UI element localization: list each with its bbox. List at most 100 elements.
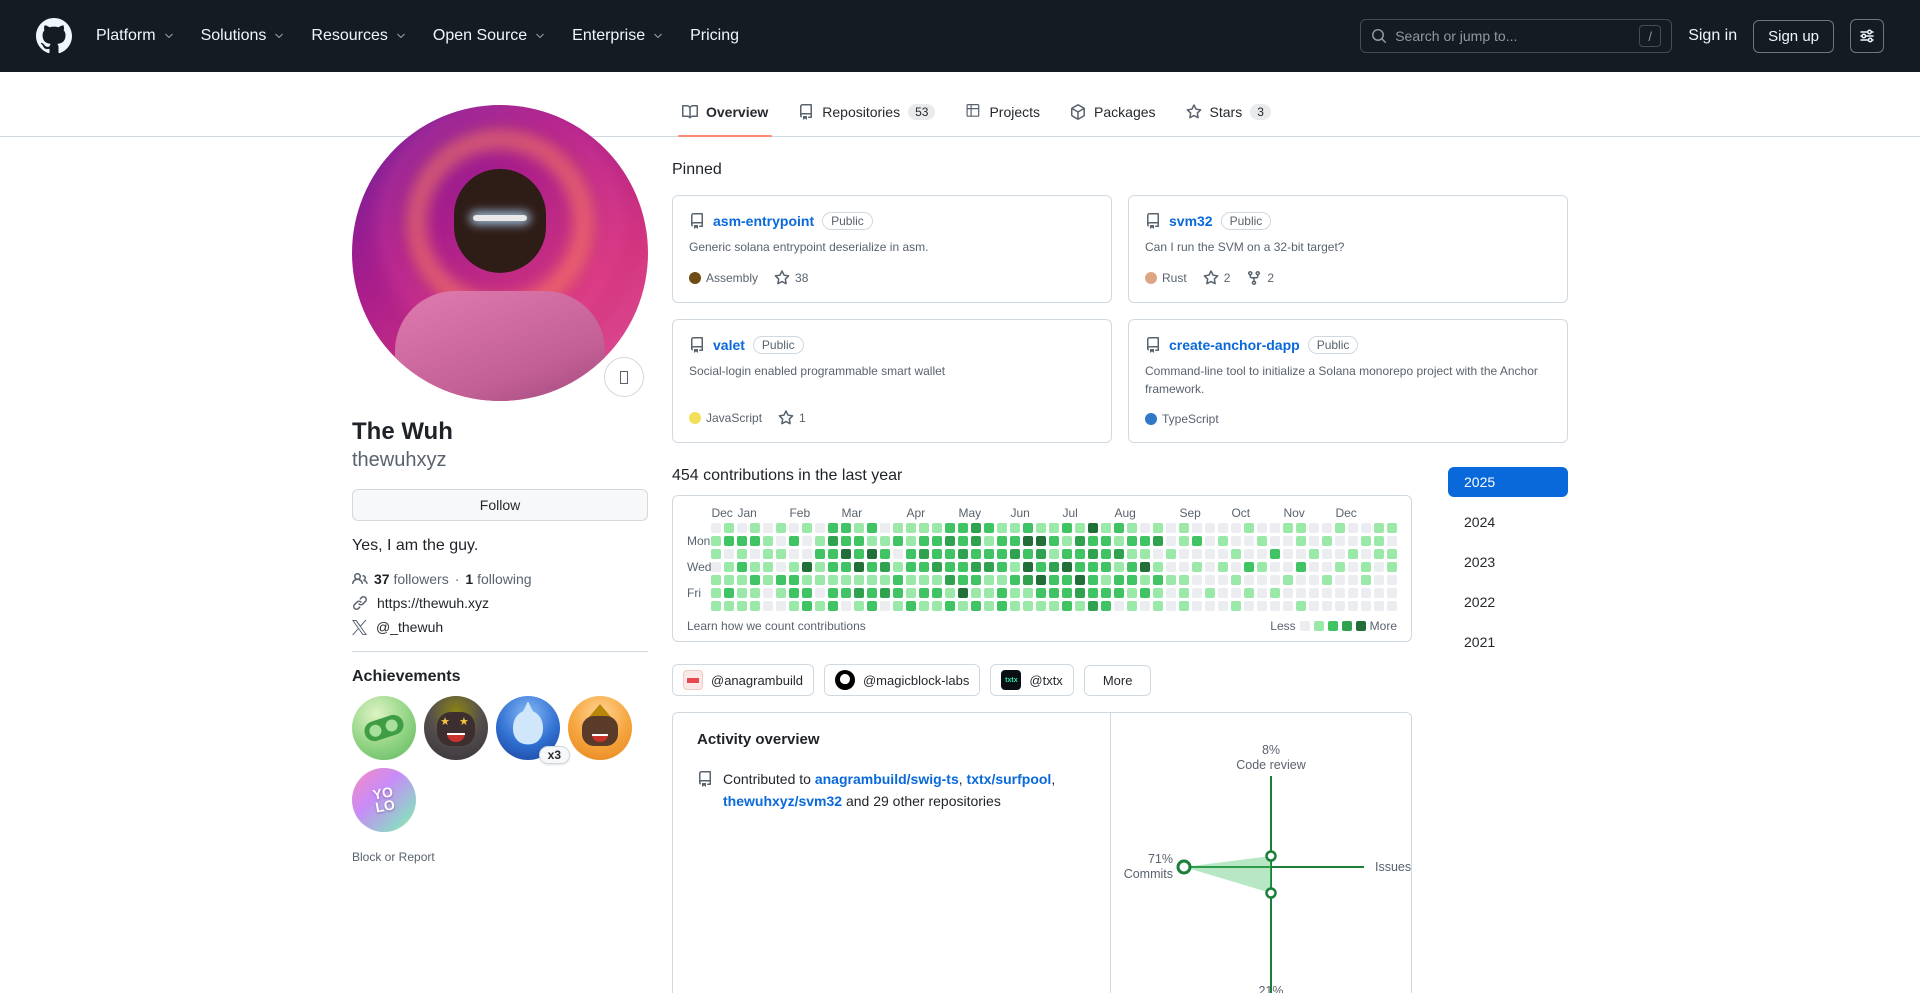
contribution-cell[interactable] — [971, 562, 981, 572]
contribution-cell[interactable] — [1179, 549, 1189, 559]
contribution-cell[interactable] — [971, 549, 981, 559]
contribution-cell[interactable] — [1218, 536, 1228, 546]
year-2023[interactable]: 2023 — [1448, 547, 1568, 577]
contribution-cell[interactable] — [1179, 588, 1189, 598]
nav-enterprise[interactable]: Enterprise — [572, 27, 664, 45]
contribution-cell[interactable] — [984, 588, 994, 598]
contribution-cell[interactable] — [828, 549, 838, 559]
contribution-cell[interactable] — [1387, 549, 1397, 559]
contribution-cell[interactable] — [750, 523, 760, 533]
contribution-cell[interactable] — [1114, 601, 1124, 611]
contribution-cell[interactable] — [945, 588, 955, 598]
repo-link[interactable]: asm-entrypoint — [713, 213, 814, 229]
contribution-cell[interactable] — [724, 575, 734, 585]
contribution-cell[interactable] — [1140, 601, 1150, 611]
sign-in-link[interactable]: Sign in — [1688, 27, 1737, 45]
contribution-cell[interactable] — [1036, 601, 1046, 611]
contribution-cell[interactable] — [1023, 549, 1033, 559]
contribution-cell[interactable] — [750, 536, 760, 546]
contribution-cell[interactable] — [958, 549, 968, 559]
contribution-cell[interactable] — [815, 601, 825, 611]
contribution-cell[interactable] — [711, 523, 721, 533]
contributed-repo-link[interactable]: anagrambuild/swig-ts — [815, 771, 959, 787]
org-txtx[interactable]: txtx @txtx — [990, 664, 1073, 696]
contribution-cell[interactable] — [1283, 549, 1293, 559]
contribution-cell[interactable] — [1088, 536, 1098, 546]
contribution-cell[interactable] — [1075, 523, 1085, 533]
contribution-cell[interactable] — [1270, 523, 1280, 533]
contribution-cell[interactable] — [1296, 549, 1306, 559]
repo-stars[interactable]: 38 — [774, 270, 808, 286]
contribution-cell[interactable] — [1348, 601, 1358, 611]
contribution-cell[interactable] — [1036, 549, 1046, 559]
contribution-cell[interactable] — [1231, 575, 1241, 585]
contribution-cell[interactable] — [1322, 588, 1332, 598]
contribution-cell[interactable] — [1153, 588, 1163, 598]
contribution-cell[interactable] — [1101, 562, 1111, 572]
contribution-cell[interactable] — [1374, 562, 1384, 572]
contribution-cell[interactable] — [737, 562, 747, 572]
contribution-cell[interactable] — [1166, 536, 1176, 546]
contribution-cell[interactable] — [1088, 562, 1098, 572]
contribution-cell[interactable] — [1257, 575, 1267, 585]
contribution-cell[interactable] — [1127, 523, 1137, 533]
contribution-cell[interactable] — [893, 575, 903, 585]
repo-link[interactable]: svm32 — [1169, 213, 1213, 229]
achievement-pull-shark[interactable]: x3 — [496, 696, 560, 760]
contribution-cell[interactable] — [1114, 575, 1124, 585]
contribution-cell[interactable] — [1231, 549, 1241, 559]
contribution-cell[interactable] — [1309, 575, 1319, 585]
tab-stars[interactable]: Stars 3 — [1176, 98, 1281, 136]
contribution-cell[interactable] — [997, 588, 1007, 598]
contribution-cell[interactable] — [1062, 523, 1072, 533]
contribution-cell[interactable] — [789, 575, 799, 585]
contribution-cell[interactable] — [1309, 562, 1319, 572]
contribution-cell[interactable] — [1244, 523, 1254, 533]
achievement-yolo[interactable]: YO LO — [352, 768, 416, 832]
contribution-cell[interactable] — [893, 601, 903, 611]
contribution-cell[interactable] — [932, 549, 942, 559]
contribution-cell[interactable] — [1322, 575, 1332, 585]
contribution-cell[interactable] — [893, 588, 903, 598]
contribution-cell[interactable] — [1335, 536, 1345, 546]
contribution-cell[interactable] — [1244, 575, 1254, 585]
contribution-cell[interactable] — [997, 562, 1007, 572]
contribution-cell[interactable] — [1153, 601, 1163, 611]
contribution-cell[interactable] — [1218, 523, 1228, 533]
contribution-cell[interactable] — [1088, 601, 1098, 611]
contribution-cell[interactable] — [1231, 536, 1241, 546]
contribution-cell[interactable] — [971, 536, 981, 546]
contribution-cell[interactable] — [1387, 562, 1397, 572]
contribution-cell[interactable] — [1114, 536, 1124, 546]
contribution-cell[interactable] — [1335, 588, 1345, 598]
contribution-cell[interactable] — [776, 549, 786, 559]
contribution-cell[interactable] — [1075, 536, 1085, 546]
contribution-cell[interactable] — [919, 536, 929, 546]
contribution-cell[interactable] — [1023, 575, 1033, 585]
contribution-cell[interactable] — [789, 536, 799, 546]
contribution-cell[interactable] — [724, 601, 734, 611]
contribution-cell[interactable] — [854, 536, 864, 546]
contribution-cell[interactable] — [1010, 601, 1020, 611]
contribution-cell[interactable] — [971, 588, 981, 598]
contribution-cell[interactable] — [750, 588, 760, 598]
contribution-cell[interactable] — [984, 562, 994, 572]
contribution-cell[interactable] — [1348, 575, 1358, 585]
contribution-cell[interactable] — [932, 588, 942, 598]
contribution-cell[interactable] — [1088, 549, 1098, 559]
contribution-cell[interactable] — [1231, 523, 1241, 533]
contribution-cell[interactable] — [1387, 588, 1397, 598]
contribution-cell[interactable] — [1257, 549, 1267, 559]
contribution-cell[interactable] — [854, 601, 864, 611]
contribution-cell[interactable] — [802, 601, 812, 611]
contribution-cell[interactable] — [1205, 575, 1215, 585]
contribution-cell[interactable] — [737, 575, 747, 585]
contribution-cell[interactable] — [1244, 601, 1254, 611]
contribution-cell[interactable] — [1283, 601, 1293, 611]
contribution-cell[interactable] — [1101, 549, 1111, 559]
contribution-cell[interactable] — [945, 523, 955, 533]
contribution-cell[interactable] — [1036, 523, 1046, 533]
contribution-cell[interactable] — [958, 575, 968, 585]
contribution-cell[interactable] — [997, 575, 1007, 585]
contribution-cell[interactable] — [1205, 588, 1215, 598]
